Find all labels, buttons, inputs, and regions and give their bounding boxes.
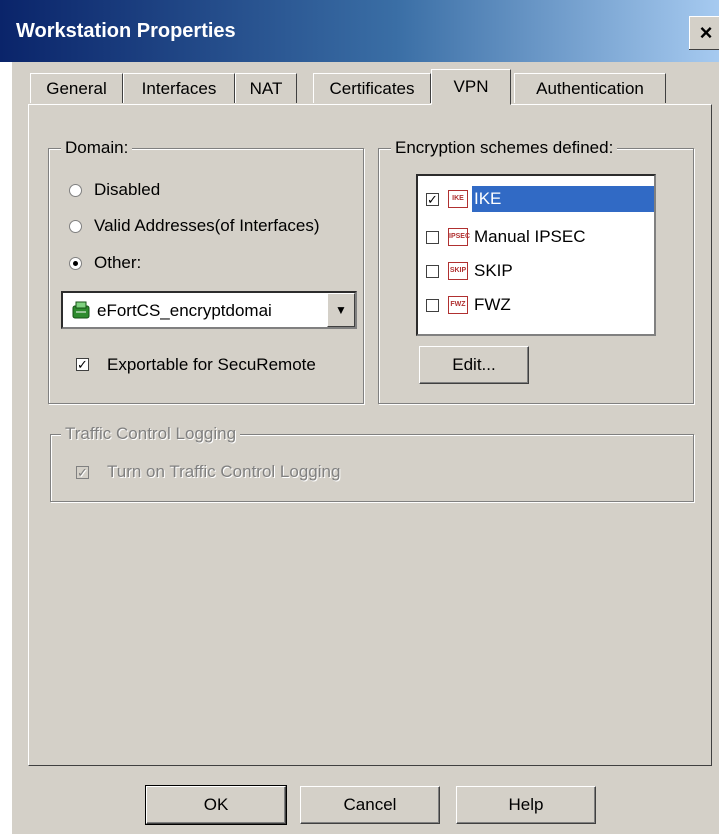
ike-checkbox[interactable]: ✓ [426, 193, 439, 206]
skip-label: SKIP [474, 261, 513, 280]
traffic-control-checkbox: ✓ [76, 465, 89, 480]
radio-disabled[interactable] [69, 184, 82, 197]
fwz-scheme-icon: FWZ [448, 296, 468, 314]
radio-other-label: Other: [94, 253, 142, 272]
exportable-checkbox[interactable]: ✓ [76, 358, 89, 371]
encryption-schemes-list[interactable]: ✓ IKE IKE IPSEC Manual IPSEC SKIP SKIP F… [416, 174, 656, 336]
skip-scheme-icon: SKIP [448, 262, 468, 280]
list-item-manual-ipsec[interactable]: IPSEC Manual IPSEC [418, 222, 654, 252]
fwz-label: FWZ [474, 295, 511, 314]
help-button[interactable]: Help [456, 786, 596, 824]
manual-ipsec-scheme-icon: IPSEC [448, 228, 470, 246]
radio-other[interactable] [69, 257, 82, 270]
list-item-ike[interactable]: ✓ IKE IKE [418, 184, 654, 214]
domain-select-value: eFortCS_encryptdomai [97, 301, 272, 320]
radio-disabled-label: Disabled [94, 180, 161, 199]
traffic-control-group-label: Traffic Control Logging [61, 424, 241, 444]
ike-label: IKE [472, 186, 654, 212]
skip-checkbox[interactable] [426, 265, 439, 278]
radio-valid-addresses[interactable] [69, 220, 82, 233]
domain-select[interactable]: eFortCS_encryptdomai ▼ [61, 291, 357, 329]
edit-button[interactable]: Edit... [419, 346, 529, 384]
list-item-skip[interactable]: SKIP SKIP [418, 256, 654, 286]
radio-valid-addresses-label: Valid Addresses(of Interfaces) [94, 216, 320, 235]
fwz-checkbox[interactable] [426, 299, 439, 312]
exportable-label: Exportable for SecuRemote [107, 355, 316, 374]
manual-ipsec-checkbox[interactable] [426, 231, 439, 244]
cancel-button[interactable]: Cancel [300, 786, 440, 824]
ok-button[interactable]: OK [145, 785, 287, 825]
network-object-icon [71, 300, 91, 320]
manual-ipsec-label: Manual IPSEC [474, 227, 586, 246]
domain-group-label: Domain: [61, 138, 133, 158]
list-item-fwz[interactable]: FWZ FWZ [418, 290, 654, 320]
chevron-down-icon[interactable]: ▼ [327, 293, 355, 327]
traffic-control-label: Turn on Traffic Control Logging [107, 462, 341, 481]
encryption-group-label: Encryption schemes defined: [391, 138, 618, 158]
ike-scheme-icon: IKE [448, 190, 468, 208]
